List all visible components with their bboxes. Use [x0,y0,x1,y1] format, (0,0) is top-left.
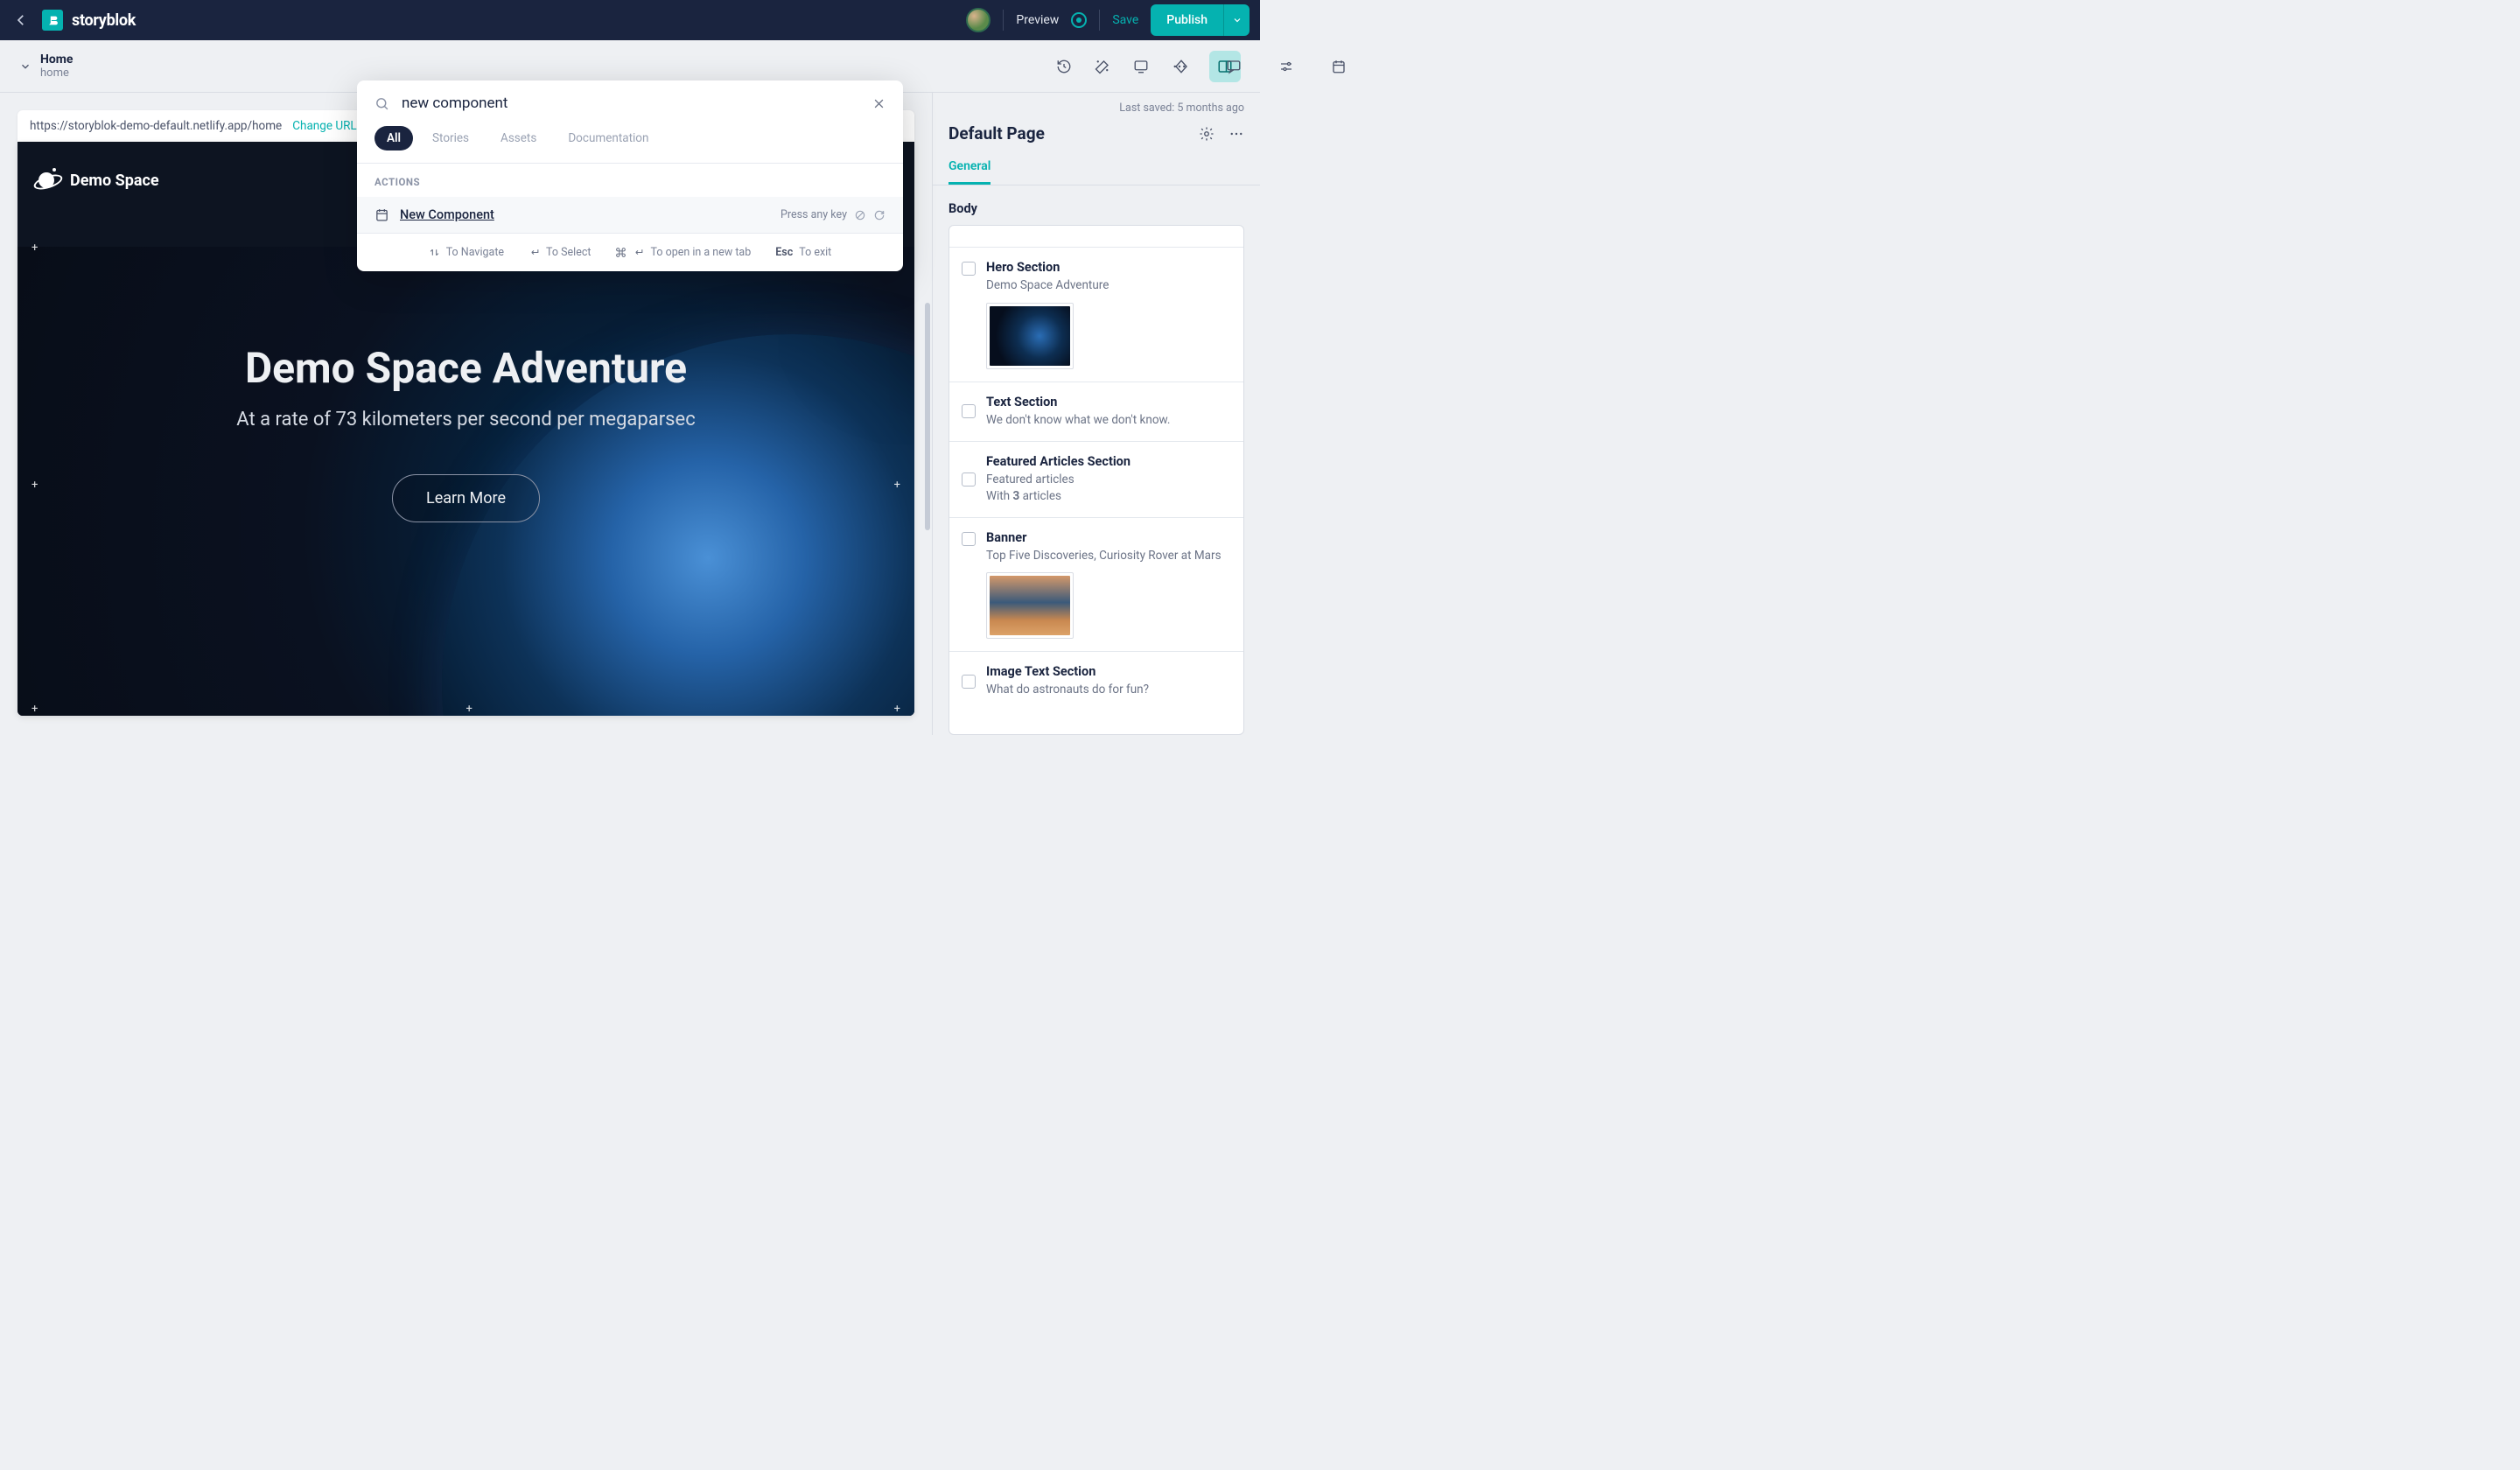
panel-title: Default Page [948,123,1045,144]
block-featured[interactable]: Featured Articles Section Featured artic… [949,441,1243,517]
divider [1003,10,1004,31]
sliders-icon[interactable] [1278,58,1295,75]
action-new-component[interactable]: New Component Press any key [357,197,903,233]
back-button[interactable] [10,12,32,28]
close-icon[interactable] [872,97,886,110]
panel-more-icon[interactable] [1228,126,1244,142]
hero-subtitle: At a rate of 73 kilometers per second pe… [18,409,914,430]
block-sub: What do astronauts do for fun? [986,682,1231,698]
block-add-row[interactable] [949,226,1243,247]
page-title: Home [40,52,73,66]
block-text[interactable]: Text Section We don't know what we don't… [949,382,1243,441]
chevron-down-icon [19,60,32,73]
block-sub2: With 3 articles [986,488,1231,505]
comment-icon[interactable] [1225,58,1242,75]
avatar[interactable] [966,8,990,32]
wand-icon[interactable] [1094,58,1111,75]
block-title: Text Section [986,395,1231,410]
block-banner[interactable]: Banner Top Five Discoveries, Curiosity R… [949,517,1243,652]
history-icon[interactable] [1055,58,1073,75]
block-sub: Top Five Discoveries, Curiosity Rover at… [986,548,1231,564]
body-label: Body [933,186,1260,225]
updown-icon [429,247,440,258]
actions-label: ACTIONS [357,164,903,197]
action-label: New Component [400,207,494,222]
enter-icon [633,247,644,258]
brand-logo-icon [42,10,63,31]
shortcuts-bar: To Navigate To Select To open in a new t… [357,233,903,271]
top-header: storyblok Preview Save Publish [0,0,1260,40]
save-button[interactable]: Save [1112,13,1138,27]
hero-content: Demo Space Adventure At a rate of 73 kil… [18,343,914,522]
search-input[interactable] [402,94,860,112]
block-title: Featured Articles Section [986,454,1231,469]
preview-link[interactable]: Preview [1016,13,1059,27]
calendar-icon[interactable] [1330,58,1348,75]
component-icon [374,207,389,222]
block-hero[interactable]: Hero Section Demo Space Adventure [949,247,1243,382]
block-checkbox[interactable] [962,472,976,486]
search-tab-stories[interactable]: Stories [420,126,481,150]
block-title: Hero Section [986,260,1231,275]
blocks-list: Hero Section Demo Space Adventure Text S… [948,225,1244,735]
brand[interactable]: storyblok [42,10,136,31]
divider [1099,10,1100,31]
block-checkbox[interactable] [962,404,976,418]
refresh-icon [873,209,886,221]
last-saved: Last saved: 5 months ago [933,93,1260,120]
planet-icon [35,168,60,192]
learn-more-button[interactable]: Learn More [392,474,540,522]
block-sub: We don't know what we don't know. [986,412,1231,429]
search-tab-docs[interactable]: Documentation [556,126,661,150]
block-checkbox[interactable] [962,532,976,546]
hero-title: Demo Space Adventure [18,343,914,393]
block-thumbnail [986,572,1074,639]
block-image-text[interactable]: Image Text Section What do astronauts do… [949,651,1243,710]
search-overlay: All Stories Assets Documentation ACTIONS… [357,80,903,271]
display-icon[interactable] [1132,58,1150,75]
tab-general[interactable]: General [948,152,990,185]
brand-name: storyblok [72,11,136,30]
publish-dropdown[interactable] [1223,4,1250,36]
page-slug: home [40,66,73,80]
search-tab-all[interactable]: All [374,126,413,150]
diamond-icon[interactable] [1172,58,1190,75]
search-tab-assets[interactable]: Assets [488,126,549,150]
forbid-icon [854,209,866,221]
block-checkbox[interactable] [962,675,976,689]
change-url-link[interactable]: Change URL [292,119,356,133]
publish-button[interactable]: Publish [1151,4,1223,36]
enter-icon [528,247,540,258]
cmd-icon [615,247,626,258]
block-sub: Demo Space Adventure [986,277,1231,294]
url-text: https://storyblok-demo-default.netlify.a… [30,119,282,133]
block-title: Banner [986,530,1231,545]
block-sub: Featured articles [986,472,1231,488]
gear-icon[interactable] [1199,126,1214,142]
target-icon[interactable] [1071,12,1087,28]
page-dropdown[interactable]: Home home [19,52,73,80]
demo-space-label: Demo Space [70,172,159,190]
press-any-key-label: Press any key [780,208,847,221]
block-checkbox[interactable] [962,262,976,276]
scrollbar[interactable] [925,303,930,530]
right-panel: Last saved: 5 months ago Default Page Ge… [932,93,1260,735]
block-title: Image Text Section [986,664,1231,679]
search-icon [374,96,389,111]
block-thumbnail [986,303,1074,369]
